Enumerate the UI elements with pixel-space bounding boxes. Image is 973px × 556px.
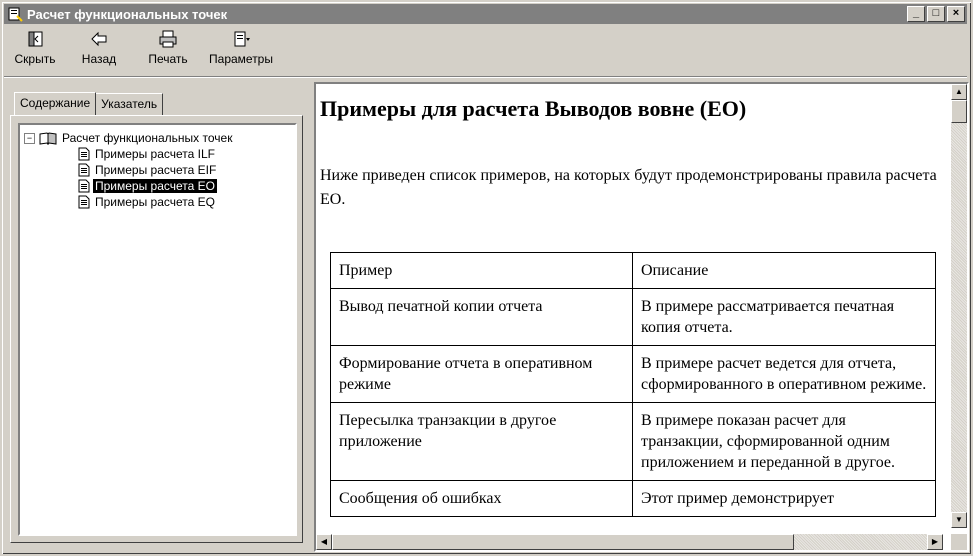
back-button[interactable]: Назад — [74, 28, 124, 66]
nav-tabs: Содержание Указатель — [14, 92, 164, 117]
example-cell: Сообщения об ошибках — [330, 480, 633, 517]
table-row: Сообщения об ошибках Этот пример демонстр… — [330, 480, 936, 517]
description-cell: Этот пример демонстрирует — [632, 480, 936, 517]
description-cell: В примере расчет ведется для отчета, сфо… — [632, 345, 936, 403]
column-header: Описание — [632, 252, 936, 289]
page-icon — [78, 163, 90, 177]
open-book-icon — [39, 132, 57, 145]
document-content: Примеры для расчета Выводов вовне (EO) Н… — [316, 84, 943, 528]
hide-pane-icon — [28, 31, 43, 47]
page-icon — [78, 179, 90, 193]
back-label: Назад — [81, 52, 117, 66]
toolbar: Скрыть Назад Печать Параметры — [4, 26, 967, 78]
horizontal-scrollbar[interactable]: ◀ ▶ — [316, 534, 943, 550]
navigation-pane: Содержание Указатель − Расчет функционал… — [8, 90, 305, 546]
options-icon — [234, 31, 250, 47]
toolbar-separator — [4, 76, 967, 78]
print-label: Печать — [148, 52, 188, 66]
page-title: Примеры для расчета Выводов вовне (EO) — [320, 96, 747, 121]
document-pane: Примеры для расчета Выводов вовне (EO) Н… — [314, 82, 969, 552]
maximize-button[interactable]: □ — [927, 6, 945, 22]
scroll-right-button[interactable]: ▶ — [927, 534, 943, 550]
vertical-scroll-thumb[interactable] — [951, 100, 967, 123]
tab-contents[interactable]: Содержание — [14, 92, 97, 116]
description-cell: В примере показан расчет для транзакции,… — [632, 402, 936, 481]
table-row: Вывод печатной копии отчета В примере рас… — [330, 288, 936, 346]
scroll-left-button[interactable]: ◀ — [316, 534, 332, 550]
tab-index[interactable]: Указатель — [95, 93, 164, 117]
hide-label: Скрыть — [14, 52, 56, 66]
close-button[interactable]: × — [947, 6, 965, 22]
hide-button[interactable]: Скрыть — [10, 28, 60, 66]
options-button[interactable]: Параметры — [206, 28, 276, 66]
scroll-corner — [951, 534, 967, 550]
tree-item-label: Примеры расчета EIF — [95, 163, 217, 177]
options-label: Параметры — [209, 52, 273, 66]
tree-item[interactable]: Примеры расчета EQ — [24, 194, 234, 210]
window-title: Расчет функциональных точек — [27, 6, 228, 22]
back-arrow-icon — [91, 31, 107, 47]
vertical-scrollbar[interactable]: ▲ ▼ — [951, 84, 967, 528]
scroll-down-button[interactable]: ▼ — [951, 512, 967, 528]
minimize-button[interactable]: _ — [907, 6, 925, 22]
intro-text: Ниже приведен список примеров, на которы… — [320, 167, 937, 208]
tree-item[interactable]: Примеры расчета ILF — [24, 146, 234, 162]
contents-tree[interactable]: − Расчет функциональных точек Примеры ра… — [18, 123, 297, 536]
column-header: Пример — [330, 252, 633, 289]
description-cell: В примере рассматривается печатная копия… — [632, 288, 936, 346]
print-button[interactable]: Печать — [140, 28, 196, 66]
help-window: Расчет функциональных точек _ □ × Скрыть… — [0, 0, 973, 556]
tree-item[interactable]: Примеры расчета EO — [24, 178, 234, 194]
table-row: Пересылка транзакции в другое приложение… — [330, 402, 936, 481]
title-bar[interactable]: Расчет функциональных точек _ □ × — [4, 4, 967, 24]
table-row: Формирование отчета в оперативном режиме… — [330, 345, 936, 403]
horizontal-scroll-thumb[interactable] — [332, 534, 794, 550]
contents-panel: − Расчет функциональных точек Примеры ра… — [10, 115, 303, 543]
pane-splitter[interactable] — [307, 82, 313, 548]
tree-root-label: Расчет функциональных точек — [62, 131, 233, 145]
page-icon — [78, 147, 90, 161]
page-icon — [78, 195, 90, 209]
example-cell: Формирование отчета в оперативном режиме — [330, 345, 633, 403]
printer-icon — [159, 30, 177, 48]
table-header-row: Пример Описание — [330, 252, 936, 289]
tree-root[interactable]: − Расчет функциональных точек — [24, 130, 234, 146]
examples-table: Пример Описание Вывод печатной копии отчет… — [330, 252, 936, 517]
tree-item-label: Примеры расчета ILF — [95, 147, 216, 161]
tree-item[interactable]: Примеры расчета EIF — [24, 162, 234, 178]
scroll-up-button[interactable]: ▲ — [951, 84, 967, 100]
help-book-icon — [8, 7, 23, 22]
tree-item-label: Примеры расчета EO — [91, 178, 219, 194]
tree-item-label: Примеры расчета EQ — [95, 195, 216, 209]
example-cell: Вывод печатной копии отчета — [330, 288, 633, 346]
example-cell: Пересылка транзакции в другое приложение — [330, 402, 633, 481]
collapse-icon[interactable]: − — [24, 132, 35, 144]
